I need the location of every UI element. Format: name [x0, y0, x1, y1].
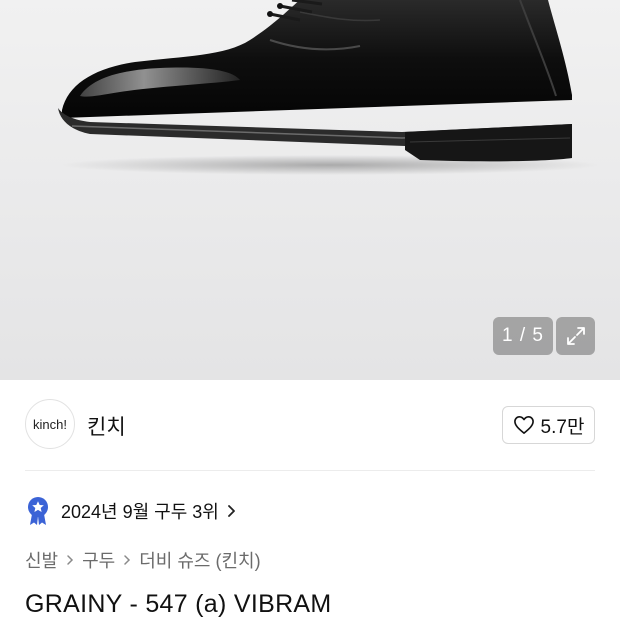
- ranking-link[interactable]: 2024년 9월 구두 3위: [25, 495, 237, 527]
- chevron-right-icon: [123, 554, 131, 566]
- chevron-right-icon: [66, 554, 74, 566]
- fullscreen-button[interactable]: [556, 317, 595, 355]
- product-image-gallery[interactable]: 1 / 5: [0, 0, 620, 380]
- heart-icon: [513, 416, 534, 434]
- expand-icon: [566, 327, 585, 345]
- product-title: GRAINY - 547 (a) VIBRAM: [25, 590, 332, 618]
- brand-logo[interactable]: kinch!: [25, 399, 75, 449]
- breadcrumb-item-shoes[interactable]: 신발: [25, 547, 58, 573]
- like-count: 5.7만: [540, 416, 585, 438]
- chevron-right-icon: [227, 505, 235, 517]
- like-button[interactable]: 5.7만: [502, 406, 595, 444]
- breadcrumb-item-derby-shoes[interactable]: 더비 슈즈 (킨치): [139, 547, 260, 573]
- breadcrumb-item-dress-shoes[interactable]: 구두: [82, 547, 115, 573]
- brand-name[interactable]: 킨치: [87, 411, 126, 441]
- breadcrumb: 신발 구두 더비 슈즈 (킨치): [25, 547, 261, 573]
- brand-section: kinch! 킨치 5.7만: [0, 380, 620, 470]
- brand-logo-text: kinch!: [33, 416, 67, 432]
- image-counter: 1 / 5: [493, 317, 553, 355]
- ranking-badge-icon: [28, 497, 48, 525]
- ranking-text: 2024년 9월 구두 3위: [61, 502, 219, 522]
- divider: [25, 470, 595, 471]
